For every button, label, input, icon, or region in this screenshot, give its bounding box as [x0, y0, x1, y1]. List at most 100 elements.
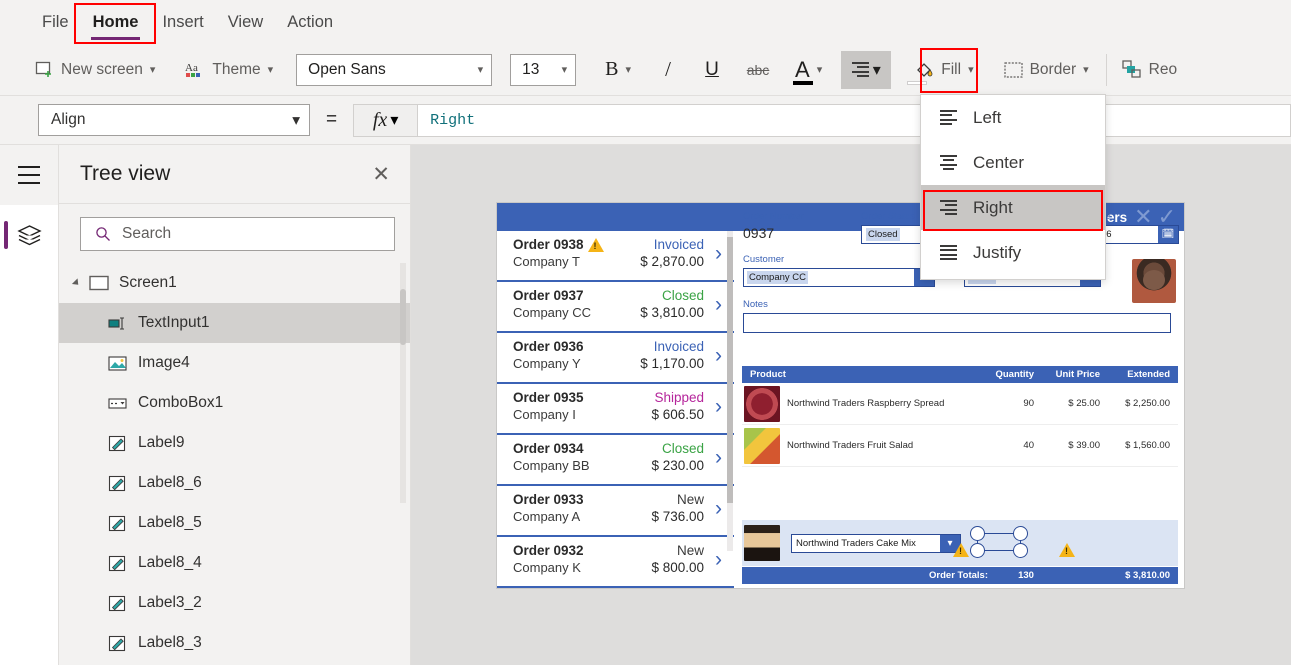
tree-node-label3-2[interactable]: Label3_2 — [59, 583, 410, 623]
font-color-swatch — [793, 80, 814, 85]
font-size-select[interactable]: 13 ▾ — [510, 53, 577, 86]
rail-item-tree-view[interactable] — [0, 205, 58, 265]
order-company: Company K — [513, 560, 581, 575]
tree-node-label8-5[interactable]: Label8_5 — [59, 503, 410, 543]
selected-text-input[interactable]: Northwind Traders Cake Mix ▾ — [791, 533, 961, 553]
close-icon[interactable]: ✕ — [372, 164, 390, 185]
strikethrough-button[interactable]: abc — [740, 51, 776, 89]
menu-label: Action — [287, 12, 334, 31]
menu-item-home[interactable]: Home — [81, 9, 151, 40]
tree-node-label8-6[interactable]: Label8_6 — [59, 463, 410, 503]
resize-handle[interactable] — [1013, 543, 1028, 558]
order-list-item[interactable]: Order 0938 Company T Invoiced $ 2,870.00… — [497, 231, 734, 282]
menu-item-file[interactable]: File — [30, 9, 81, 36]
align-option-center[interactable]: Center — [921, 140, 1105, 185]
order-company: Company CC — [513, 305, 592, 320]
chevron-right-icon[interactable]: › — [715, 447, 722, 468]
property-select[interactable]: Align ▾ — [38, 104, 310, 136]
calendar-icon[interactable]: 🗓 — [1158, 226, 1178, 243]
order-list-item[interactable]: Order 0934 Company BB Closed $ 230.00 › — [497, 435, 734, 486]
column-header-product: Product — [750, 369, 786, 380]
fx-button[interactable]: fx ▾ — [353, 103, 418, 137]
notes-field: Notes — [743, 299, 1178, 333]
order-list-item[interactable]: Order 0937 Company CC Closed $ 3,810.00 … — [497, 282, 734, 333]
tree-node-label8-4[interactable]: Label8_4 — [59, 543, 410, 583]
order-status: Invoiced — [653, 237, 704, 252]
order-id: Order 0938 — [513, 237, 584, 252]
order-company: Company Y — [513, 356, 581, 371]
order-number-label: Order Number — [743, 211, 804, 222]
order-status: New — [676, 543, 704, 558]
tree-node-screen1[interactable]: Screen1 — [59, 263, 410, 303]
chevron-right-icon[interactable]: › — [715, 243, 722, 264]
align-option-justify[interactable]: Justify — [921, 230, 1105, 275]
align-button[interactable]: ▾ — [841, 50, 892, 89]
font-size-value: 13 — [522, 60, 540, 78]
resize-handle[interactable] — [970, 543, 985, 558]
tree-node-label9[interactable]: Label9 — [59, 423, 410, 463]
product-thumbnail — [744, 525, 780, 561]
order-id-row: Order 0935 — [513, 390, 623, 405]
menu-item-insert[interactable]: Insert — [150, 9, 215, 36]
order-identity: Order 0937 Company CC — [513, 288, 623, 331]
resize-handle[interactable] — [970, 526, 985, 541]
formula-input[interactable]: Right — [417, 103, 1291, 137]
font-color-icon: A — [795, 56, 810, 82]
search-input[interactable]: Search — [80, 217, 395, 251]
product-thumbnail — [744, 385, 780, 422]
resize-handle[interactable] — [1013, 526, 1028, 541]
new-screen-button[interactable]: New screen ▾ — [26, 50, 164, 90]
reorder-button[interactable]: Reo — [1113, 50, 1186, 90]
tree-view-header: Tree view ✕ — [59, 145, 410, 204]
tree-node-combobox1[interactable]: ComboBox1 — [59, 383, 410, 423]
order-identity: Order 0935 Company I — [513, 390, 623, 433]
chevron-right-icon[interactable]: › — [715, 498, 722, 519]
gallery-scrollbar-thumb[interactable] — [727, 237, 733, 503]
tree-node-image4[interactable]: Image4 — [59, 343, 410, 383]
menu-item-view[interactable]: View — [216, 9, 275, 36]
combobox-icon — [108, 397, 127, 409]
align-option-right[interactable]: Right — [921, 185, 1105, 230]
chevron-expand-icon[interactable] — [71, 278, 82, 288]
underline-icon: U — [705, 58, 719, 80]
theme-button[interactable]: Aa Theme ▾ — [176, 50, 282, 90]
order-list-item[interactable]: Order 0935 Company I Shipped $ 606.50 › — [497, 384, 734, 435]
order-id-row: Order 0933 — [513, 492, 623, 507]
order-identity: Order 0933 Company A — [513, 492, 623, 535]
align-option-left[interactable]: Left — [921, 95, 1105, 140]
menu-item-action[interactable]: Action — [275, 9, 345, 36]
border-button[interactable]: Border ▾ — [995, 50, 1098, 90]
order-list-item[interactable]: Order 0936 Company Y Invoiced $ 1,170.00… — [497, 333, 734, 384]
product-row[interactable]: Northwind Traders Raspberry Spread 90 $ … — [742, 383, 1178, 425]
chevron-right-icon[interactable]: › — [715, 549, 722, 570]
tree-node-textinput1[interactable]: TextInput1 — [59, 303, 410, 343]
order-status: Closed — [661, 288, 704, 303]
notes-input[interactable] — [743, 313, 1171, 333]
order-amount: $ 230.00 — [651, 458, 704, 473]
order-list-item[interactable]: Order 0932 Company K New $ 800.00 › — [497, 537, 734, 588]
product-row[interactable]: Northwind Traders Fruit Salad 40 $ 39.00… — [742, 425, 1178, 467]
fill-button[interactable]: Fill ▾ — [905, 50, 982, 90]
underline-button[interactable]: U — [694, 51, 730, 89]
order-list-item[interactable]: Order 0933 Company A New $ 736.00 › — [497, 486, 734, 537]
order-date-input[interactable]: 06 🗓 — [1097, 225, 1179, 244]
chevron-right-icon[interactable]: › — [715, 294, 722, 315]
tree-node-label8-3[interactable]: Label8_3 — [59, 623, 410, 663]
tree-scrollbar-thumb[interactable] — [400, 289, 406, 345]
column-header-unit-price: Unit Price — [1055, 369, 1100, 380]
chevron-down-icon: ▾ — [267, 64, 274, 76]
italic-button[interactable]: / — [650, 51, 686, 89]
customer-combobox[interactable]: Company CC ▾ — [743, 268, 935, 287]
hamburger-button[interactable] — [0, 145, 58, 205]
order-amount: $ 800.00 — [651, 560, 704, 575]
align-center-icon — [940, 154, 957, 171]
products-table-header: Product Quantity Unit Price Extended — [742, 366, 1178, 383]
chevron-right-icon[interactable]: › — [715, 396, 722, 417]
tree-node-label: Label3_2 — [138, 594, 202, 611]
order-status: Closed — [661, 441, 704, 456]
chevron-right-icon[interactable]: › — [715, 345, 722, 366]
gallery-header-bar — [497, 203, 734, 231]
font-color-button[interactable]: A ▾ — [786, 50, 831, 90]
font-family-select[interactable]: Open Sans ▾ — [296, 53, 493, 86]
bold-button[interactable]: B ▾ — [596, 50, 640, 90]
